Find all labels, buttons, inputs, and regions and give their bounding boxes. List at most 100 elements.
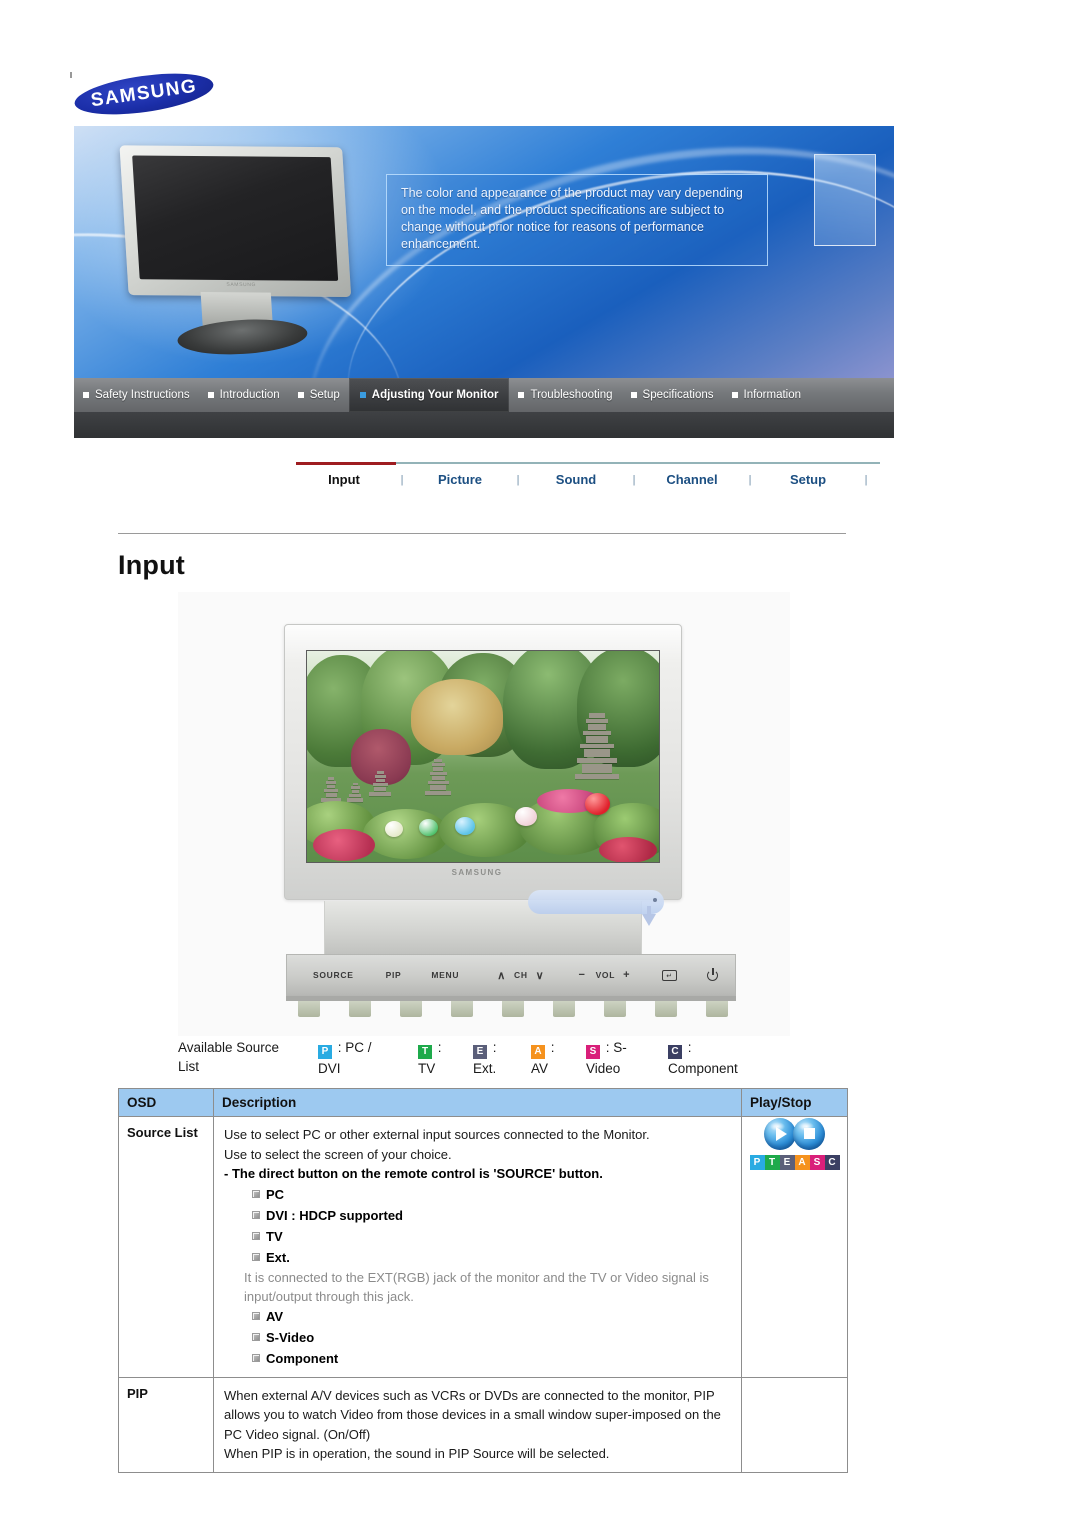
- control-panel-button-row: [298, 1001, 728, 1017]
- pagoda: [575, 713, 619, 780]
- panel-label-vol[interactable]: VOL: [596, 970, 616, 980]
- lantern-blue: [455, 817, 475, 835]
- panel-button[interactable]: [451, 1001, 473, 1017]
- enter-icon[interactable]: ↵: [662, 969, 678, 981]
- stop-icon[interactable]: [793, 1118, 825, 1150]
- panel-button[interactable]: [706, 1001, 728, 1017]
- logo-tick-mark: [70, 72, 72, 78]
- strip-badge-a: A: [794, 1155, 810, 1170]
- description-line: Use to select the screen of your choice.: [224, 1146, 452, 1162]
- available-source-list: Available Source List P : PC / DVI T : TV E …: [178, 1038, 878, 1078]
- checkbox-bullet-icon: [252, 1231, 260, 1240]
- nav-bullet-icon: [297, 392, 304, 398]
- nav-item-adjusting-your-monitor[interactable]: Adjusting Your Monitor: [348, 378, 510, 412]
- panel-button[interactable]: [502, 1001, 524, 1017]
- subnav-tab-channel[interactable]: Channel: [644, 468, 740, 491]
- nav-item-information[interactable]: Information: [723, 378, 811, 412]
- description-bullet-item: S-Video: [224, 1327, 731, 1348]
- navigation-underbar: [74, 412, 894, 438]
- description-note: It is connected to the EXT(RGB) jack of …: [244, 1269, 709, 1304]
- checkbox-bullet-icon: [252, 1353, 260, 1362]
- panel-label-menu[interactable]: MENU: [431, 970, 459, 980]
- description-bullet-item: AV: [224, 1306, 731, 1327]
- pagoda: [369, 771, 391, 797]
- source-item-text: :: [547, 1040, 555, 1055]
- source-item-t: T : TV: [418, 1038, 473, 1078]
- volume-down-icon[interactable]: −: [578, 969, 585, 981]
- hero-disclaimer-text: The color and appearance of the product …: [386, 174, 768, 266]
- source-item-text2: TV: [418, 1061, 436, 1076]
- subnav-separator: |: [864, 473, 868, 486]
- column-header-osd: OSD: [118, 1088, 214, 1117]
- nav-item-setup[interactable]: Setup: [289, 378, 349, 412]
- strip-badge-e: E: [779, 1155, 795, 1170]
- panel-button[interactable]: [655, 1001, 677, 1017]
- subnav-tab-sound[interactable]: Sound: [528, 468, 624, 491]
- bullet-label: AV: [266, 1308, 284, 1324]
- callout-dot: [653, 898, 657, 902]
- lantern-red: [585, 793, 610, 815]
- play-icon[interactable]: [764, 1118, 796, 1150]
- source-badge-e-icon: E: [473, 1045, 487, 1059]
- strip-badge-p: P: [749, 1155, 765, 1170]
- source-badge-a-icon: A: [531, 1045, 545, 1059]
- panel-button[interactable]: [298, 1001, 320, 1017]
- lantern-white: [515, 807, 537, 826]
- title-divider: [118, 533, 846, 534]
- channel-up-icon[interactable]: ∧: [497, 969, 506, 982]
- bullet-label: TV: [266, 1228, 283, 1244]
- panel-button[interactable]: [553, 1001, 575, 1017]
- subnav-tab-setup[interactable]: Setup: [760, 468, 856, 491]
- power-icon[interactable]: [707, 967, 719, 981]
- volume-up-icon[interactable]: +: [623, 969, 630, 981]
- nav-bullet-icon: [359, 392, 366, 398]
- source-item-text2: Component: [668, 1061, 738, 1076]
- pagoda: [347, 783, 363, 803]
- hero-monitor-screen: [132, 155, 339, 281]
- panel-button[interactable]: [604, 1001, 626, 1017]
- nav-item-label: Specifications: [642, 389, 714, 401]
- subnav-tab-picture[interactable]: Picture: [412, 468, 508, 491]
- cell-osd-name: PIP: [118, 1376, 214, 1473]
- subnav-tab-input[interactable]: Input: [296, 468, 392, 491]
- nav-item-troubleshooting[interactable]: Troubleshooting: [509, 378, 621, 412]
- description-bullet-item: TV: [224, 1226, 731, 1247]
- flower-cluster: [313, 829, 375, 861]
- main-navigation[interactable]: Safety Instructions Introduction Setup Adju…: [74, 378, 894, 412]
- table-row: Source List Use to select PC or other ext…: [118, 1116, 848, 1378]
- osd-description-table: OSD Description Play/Stop Source List Use…: [118, 1088, 848, 1473]
- product-figure: SAMSUNG SOURCE PIP MENU ∧ CH ∨ − VOL + ↵: [178, 592, 790, 1036]
- subnav-tab-label: Input: [328, 472, 360, 487]
- cell-description: Use to select PC or other external input…: [213, 1116, 742, 1378]
- panel-label-pip[interactable]: PIP: [386, 970, 402, 980]
- cell-description: When external A/V devices such as VCRs o…: [213, 1376, 742, 1473]
- pagoda: [321, 777, 341, 803]
- panel-label-ch[interactable]: CH: [514, 970, 528, 980]
- sub-navigation[interactable]: Input | Picture | Sound | Channel | Setup |: [296, 462, 880, 498]
- nav-item-specifications[interactable]: Specifications: [622, 378, 723, 412]
- nav-bullet-icon: [83, 392, 89, 398]
- checkbox-bullet-icon: [252, 1252, 260, 1261]
- description-bullet-item: PC: [224, 1184, 731, 1205]
- nav-item-label: Troubleshooting: [530, 389, 613, 401]
- subnav-tab-label: Channel: [666, 472, 718, 487]
- channel-down-icon[interactable]: ∨: [536, 969, 545, 982]
- subnav-separator: |: [400, 473, 404, 486]
- nav-item-introduction[interactable]: Introduction: [199, 378, 289, 412]
- nav-bullet-icon: [518, 392, 525, 398]
- checkbox-bullet-icon: [252, 1311, 260, 1320]
- nav-item-safety-instructions[interactable]: Safety Instructions: [74, 378, 199, 412]
- cell-playstop: PTEASC: [741, 1116, 848, 1378]
- panel-button[interactable]: [349, 1001, 371, 1017]
- panel-button[interactable]: [400, 1001, 422, 1017]
- description-line: When external A/V devices such as VCRs o…: [224, 1387, 721, 1442]
- playstop-buttons: [750, 1118, 840, 1150]
- page-title: Input: [118, 550, 185, 580]
- column-header-description: Description: [213, 1088, 742, 1117]
- samsung-logo: SAMSUNG: [70, 66, 224, 122]
- panel-label-source[interactable]: SOURCE: [313, 970, 354, 980]
- flower-cluster: [599, 837, 657, 862]
- nav-bullet-icon: [207, 392, 214, 398]
- source-item-text: :: [489, 1040, 497, 1055]
- pagoda: [425, 759, 451, 796]
